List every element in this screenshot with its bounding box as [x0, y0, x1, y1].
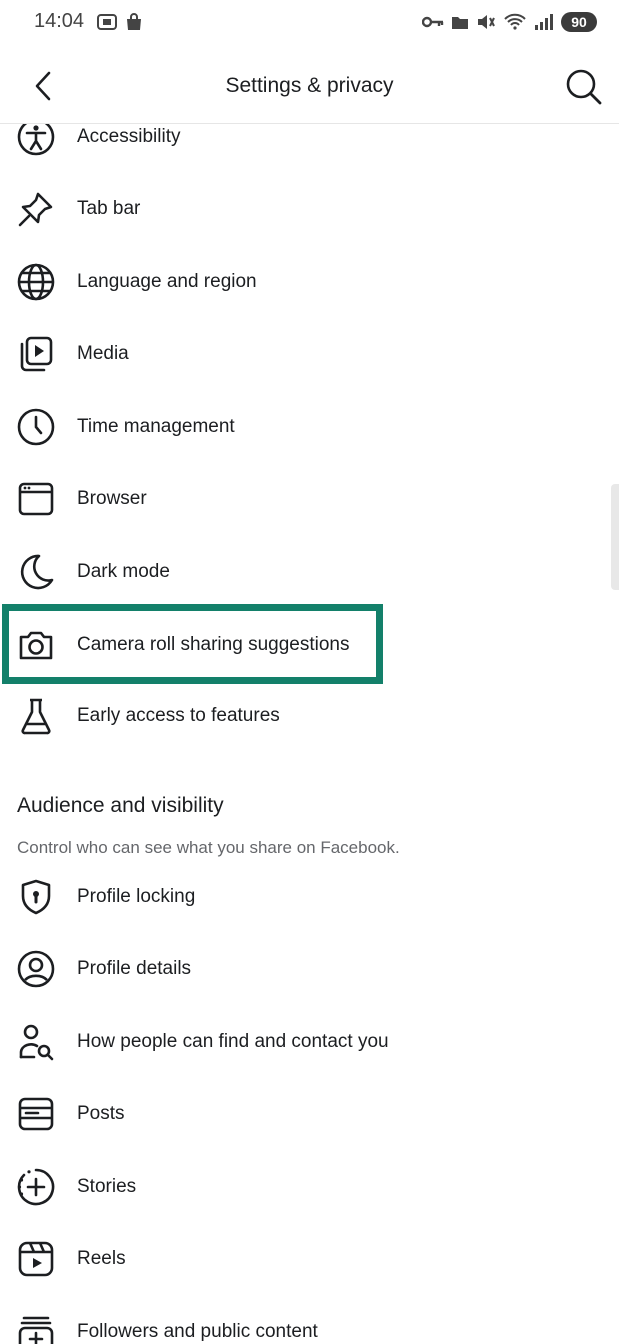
- settings-item-label: Media: [77, 343, 129, 364]
- settings-item-label: Accessibility: [77, 126, 181, 147]
- top-app-bar: Settings & privacy: [0, 46, 619, 124]
- folder-icon: [451, 14, 469, 30]
- search-icon: [566, 69, 602, 105]
- highlight-box: [2, 604, 383, 684]
- search-button[interactable]: [563, 66, 605, 108]
- settings-item-label: Browser: [77, 488, 147, 509]
- settings-item-stories[interactable]: Stories: [0, 1157, 619, 1217]
- shopping-bag-icon: [124, 12, 144, 32]
- settings-item-profile-locking[interactable]: Profile locking: [0, 867, 619, 927]
- screenshot-icon: [96, 12, 118, 32]
- settings-item-early-access[interactable]: Early access to features: [0, 686, 619, 746]
- shield-lock-icon: [14, 875, 58, 919]
- mute-icon: [476, 13, 496, 31]
- settings-item-label: Early access to features: [77, 705, 280, 726]
- key-icon: [422, 15, 444, 29]
- person-search-icon: [14, 1020, 58, 1064]
- settings-item-language-and-region[interactable]: Language and region: [0, 252, 619, 312]
- settings-item-label: Language and region: [77, 271, 257, 292]
- accessibility-icon: [14, 124, 58, 159]
- browser-icon: [14, 477, 58, 521]
- settings-item-reels[interactable]: Reels: [0, 1229, 619, 1289]
- flask-icon: [14, 694, 58, 738]
- media-icon: [14, 332, 58, 376]
- settings-item-browser[interactable]: Browser: [0, 469, 619, 529]
- settings-item-label: How people can find and contact you: [77, 1031, 389, 1052]
- status-bar: 14:04 90: [0, 0, 619, 46]
- settings-item-label: Tab bar: [77, 198, 141, 219]
- followers-icon: [14, 1310, 58, 1344]
- section-subtitle-audience: Control who can see what you share on Fa…: [17, 838, 400, 857]
- reels-icon: [14, 1237, 58, 1281]
- settings-item-profile-details[interactable]: Profile details: [0, 939, 619, 999]
- settings-item-media[interactable]: Media: [0, 324, 619, 384]
- wifi-icon: [503, 13, 527, 31]
- settings-item-label: Reels: [77, 1248, 126, 1269]
- settings-item-tab-bar[interactable]: Tab bar: [0, 179, 619, 239]
- moon-icon: [14, 550, 58, 594]
- profile-circle-icon: [14, 947, 58, 991]
- settings-item-label: Stories: [77, 1176, 137, 1197]
- settings-item-accessibility[interactable]: Accessibility: [0, 124, 619, 167]
- scrollbar-handle[interactable]: [611, 484, 619, 590]
- section-title-audience: Audience and visibility: [17, 794, 224, 817]
- settings-item-label: Time management: [77, 416, 235, 437]
- pin-icon: [14, 187, 58, 231]
- status-right: 90: [422, 12, 597, 32]
- status-left-icons: [96, 12, 144, 32]
- page-title: Settings & privacy: [225, 74, 394, 97]
- settings-item-posts[interactable]: Posts: [0, 1084, 619, 1144]
- settings-item-find-and-contact[interactable]: How people can find and contact you: [0, 1012, 619, 1072]
- stories-icon: [14, 1165, 58, 1209]
- signal-icon: [534, 13, 554, 31]
- settings-item-followers[interactable]: Followers and public content: [0, 1302, 619, 1344]
- settings-item-dark-mode[interactable]: Dark mode: [0, 542, 619, 602]
- settings-item-label: Dark mode: [77, 561, 170, 582]
- battery-indicator: 90: [561, 12, 597, 32]
- settings-item-label: Posts: [77, 1103, 125, 1124]
- globe-icon: [14, 260, 58, 304]
- settings-item-label: Profile details: [77, 958, 192, 979]
- settings-list[interactable]: Accessibility Tab bar Language and regio…: [0, 124, 619, 1344]
- settings-item-label: Followers and public content: [77, 1321, 318, 1342]
- clock-icon: [14, 405, 58, 449]
- status-time: 14:04: [34, 10, 85, 32]
- posts-icon: [14, 1092, 58, 1136]
- settings-item-time-management[interactable]: Time management: [0, 397, 619, 457]
- settings-item-label: Profile locking: [77, 886, 196, 907]
